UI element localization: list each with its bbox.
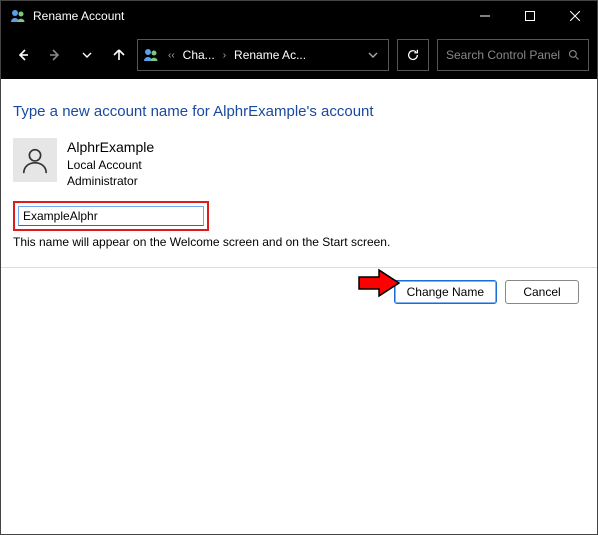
- hint-text: This name will appear on the Welcome scr…: [13, 235, 585, 249]
- back-button[interactable]: [9, 39, 37, 71]
- change-name-button[interactable]: Change Name: [394, 280, 497, 304]
- titlebar: Rename Account: [1, 1, 597, 31]
- breadcrumb-item[interactable]: Cha...: [183, 48, 215, 62]
- recent-locations-button[interactable]: [73, 39, 101, 71]
- window-controls: [462, 1, 597, 31]
- annotation-arrow-icon: [357, 268, 401, 298]
- avatar: [13, 138, 57, 182]
- up-button[interactable]: [105, 39, 133, 71]
- user-accounts-icon: [142, 46, 160, 64]
- address-bar[interactable]: ‹‹ Cha... › Rename Ac...: [137, 39, 389, 71]
- breadcrumb-item[interactable]: Rename Ac...: [234, 48, 306, 62]
- close-button[interactable]: [552, 1, 597, 31]
- input-highlight: [13, 201, 209, 231]
- address-dropdown-button[interactable]: [362, 50, 384, 60]
- minimize-button[interactable]: [462, 1, 507, 31]
- refresh-button[interactable]: [397, 39, 429, 71]
- chevron-left-icon[interactable]: ‹‹: [164, 50, 179, 61]
- account-summary: AlphrExample Local Account Administrator: [13, 138, 585, 189]
- account-type: Local Account: [67, 157, 154, 173]
- chevron-right-icon[interactable]: ›: [219, 50, 230, 61]
- cancel-button[interactable]: Cancel: [505, 280, 579, 304]
- divider: [1, 267, 597, 268]
- account-role: Administrator: [67, 173, 154, 189]
- search-icon: [568, 49, 580, 61]
- search-placeholder: Search Control Panel: [446, 48, 560, 62]
- account-name: AlphrExample: [67, 138, 154, 157]
- navigation-bar: ‹‹ Cha... › Rename Ac... Search Control …: [1, 31, 597, 79]
- content-area: Type a new account name for AlphrExample…: [1, 79, 597, 534]
- maximize-button[interactable]: [507, 1, 552, 31]
- forward-button[interactable]: [41, 39, 69, 71]
- user-accounts-icon: [9, 7, 27, 25]
- account-info: AlphrExample Local Account Administrator: [67, 138, 154, 189]
- page-heading: Type a new account name for AlphrExample…: [13, 103, 585, 120]
- button-row: Change Name Cancel: [13, 280, 585, 304]
- window-title: Rename Account: [33, 9, 462, 23]
- search-input[interactable]: Search Control Panel: [437, 39, 589, 71]
- window: Rename Account: [0, 0, 598, 535]
- new-account-name-input[interactable]: [18, 206, 204, 226]
